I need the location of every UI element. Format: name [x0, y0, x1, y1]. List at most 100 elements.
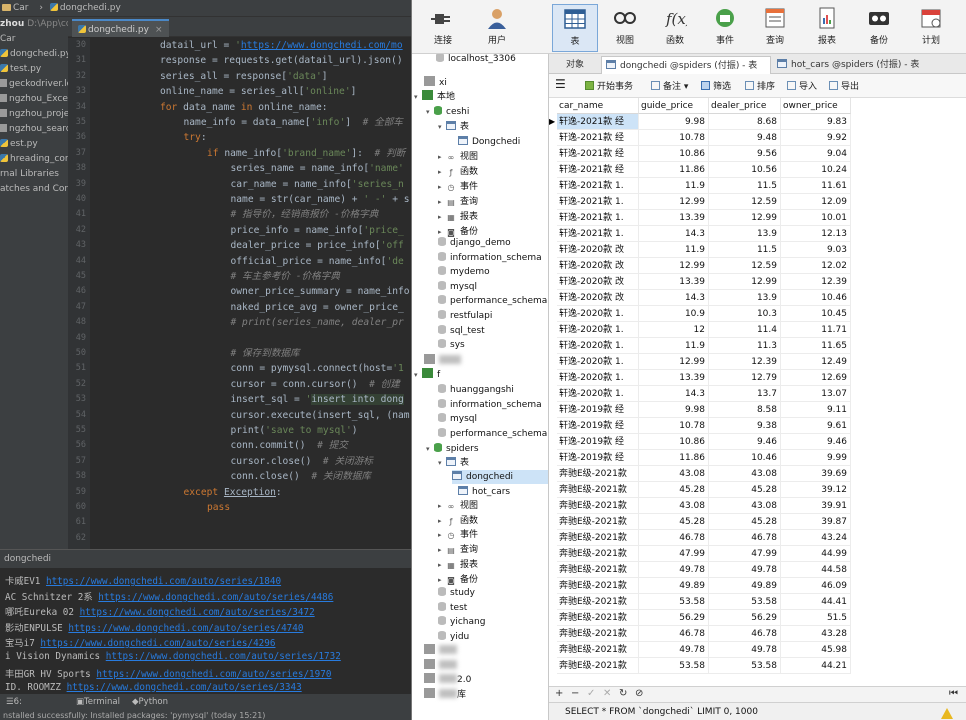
table-cell[interactable]: 39.69: [781, 466, 851, 482]
collapse-icon[interactable]: ▸: [438, 180, 446, 194]
table-row[interactable]: 轩逸-2020款 1. 14.3 13.7 13.07: [549, 386, 851, 402]
table-cell[interactable]: 49.89: [709, 578, 781, 594]
collapse-icon[interactable]: ▸: [438, 528, 446, 542]
code-line[interactable]: conn = pymysql.connect(host='1: [231, 361, 404, 376]
tree-db[interactable]: huanggangshi: [438, 383, 514, 397]
column-header-car-name[interactable]: car_name: [557, 98, 639, 114]
project-item[interactable]: atches and Consc: [0, 182, 68, 197]
table-row[interactable]: 轩逸-2021款 1. 12.99 12.59 12.09: [549, 194, 851, 210]
series-url-link[interactable]: https://www.dongchedi.com/auto/series/18…: [46, 576, 281, 587]
table-cell[interactable]: 56.29: [639, 610, 709, 626]
project-item[interactable]: est.py: [0, 137, 68, 152]
code-line[interactable]: for data_name in online_name:: [160, 100, 328, 115]
table-cell[interactable]: 10.24: [781, 162, 851, 178]
table-row[interactable]: 轩逸-2020款 1. 12 11.4 11.71: [549, 322, 851, 338]
code-line[interactable]: response = requests.get(datail_url).json…: [160, 53, 403, 68]
table-cell[interactable]: 11.5: [709, 178, 781, 194]
table-cell[interactable]: 9.92: [781, 130, 851, 146]
table-row[interactable]: 轩逸-2020款 改 12.99 12.59 12.02: [549, 258, 851, 274]
toolbar-schedule-button[interactable]: 计划: [908, 4, 954, 52]
table-cell[interactable]: 13.7: [709, 386, 781, 402]
table-cell[interactable]: 12.69: [781, 370, 851, 386]
sort-button[interactable]: 排序: [745, 80, 775, 94]
run-tab-title[interactable]: dongchedi: [0, 550, 411, 568]
tree-spiders-child[interactable]: ▸ ∞ 视图: [438, 499, 478, 513]
collapse-icon[interactable]: ▸: [438, 558, 446, 572]
table-row[interactable]: 奔驰E级-2021款 47.99 47.99 44.99: [549, 546, 851, 562]
code-line[interactable]: conn.commit() # 提交: [231, 438, 348, 453]
tree-db[interactable]: sys: [438, 338, 465, 352]
code-line[interactable]: # 保存到数据库: [231, 346, 300, 361]
project-item[interactable]: ngzhou_Excelpre: [0, 92, 68, 107]
table-cell[interactable]: 10.46: [781, 290, 851, 306]
column-header-dealer-price[interactable]: dealer_price: [709, 98, 781, 114]
table-cell[interactable]: 轩逸-2021款 经: [557, 162, 639, 178]
breadcrumb-file[interactable]: dongchedi.py: [49, 3, 125, 13]
table-row[interactable]: 奔驰E级-2021款 49.78 49.78 44.58: [549, 562, 851, 578]
table-cell[interactable]: 轩逸-2020款 1.: [557, 370, 639, 386]
table-cell[interactable]: 轩逸-2019款 经: [557, 450, 639, 466]
toolbar-event-button[interactable]: 事件: [702, 4, 748, 52]
table-cell[interactable]: 12.79: [709, 370, 781, 386]
table-cell[interactable]: 43.24: [781, 530, 851, 546]
table-cell[interactable]: 12.99: [639, 258, 709, 274]
warning-icon[interactable]: [941, 708, 953, 719]
toolbar-function-button[interactable]: f(x) 函数: [652, 4, 698, 52]
apply-icon[interactable]: ✓: [587, 688, 595, 699]
table-cell[interactable]: 奔驰E级-2021款: [557, 578, 639, 594]
table-row[interactable]: 轩逸-2021款 经 10.78 9.48 9.92: [549, 130, 851, 146]
project-item[interactable]: Car: [0, 32, 68, 47]
table-cell[interactable]: 13.9: [709, 226, 781, 242]
table-cell[interactable]: 12.39: [709, 354, 781, 370]
tree-conn-local[interactable]: ▾ 本地: [414, 90, 455, 104]
table-row[interactable]: 轩逸-2019款 经 11.86 10.46 9.99: [549, 450, 851, 466]
close-icon[interactable]: ×: [155, 25, 163, 35]
table-cell[interactable]: 奔驰E级-2021款: [557, 562, 639, 578]
tree-db[interactable]: mysql: [438, 412, 477, 426]
table-cell[interactable]: 13.39: [639, 370, 709, 386]
table-cell[interactable]: 轩逸-2019款 经: [557, 418, 639, 434]
table-cell[interactable]: 43.28: [781, 626, 851, 642]
tree-ceshi-child[interactable]: ▸ ƒ 函数: [438, 165, 478, 179]
table-cell[interactable]: 56.29: [709, 610, 781, 626]
collapse-icon[interactable]: ▸: [438, 499, 446, 513]
table-cell[interactable]: 11.4: [709, 322, 781, 338]
tree-db[interactable]: performance_schema: [438, 427, 547, 441]
table-row[interactable]: 奔驰E级-2021款 53.58 53.58 44.41: [549, 594, 851, 610]
code-line[interactable]: car_name = name_info['series_n: [231, 177, 404, 192]
table-row[interactable]: 奔驰E级-2021款 43.08 43.08 39.91: [549, 498, 851, 514]
table-cell[interactable]: 12.99: [709, 210, 781, 226]
table-cell[interactable]: 39.12: [781, 482, 851, 498]
toolbar-plug-button[interactable]: 连接: [420, 4, 466, 52]
code-line[interactable]: if name_info['brand_name']: # 判断: [207, 146, 405, 161]
expand-icon[interactable]: ▾: [414, 368, 422, 382]
tree-conn-bottom[interactable]: 2.0: [424, 673, 471, 687]
table-row[interactable]: 奔驰E级-2021款 49.89 49.89 46.09: [549, 578, 851, 594]
table-cell[interactable]: 轩逸-2020款 1.: [557, 306, 639, 322]
table-cell[interactable]: 奔驰E级-2021款: [557, 482, 639, 498]
table-row[interactable]: ▶ 轩逸-2021款 经 9.98 8.68 9.83: [549, 114, 851, 130]
table-cell[interactable]: 44.21: [781, 658, 851, 674]
tree-table-spiders-dongchedi[interactable]: dongchedi: [452, 470, 548, 484]
table-cell[interactable]: 46.78: [709, 626, 781, 642]
table-cell[interactable]: 49.78: [639, 562, 709, 578]
code-line[interactable]: cursor = conn.cursor() # 创建: [231, 377, 400, 392]
tree-ceshi-child[interactable]: ▸ ∞ 视图: [438, 150, 478, 164]
table-row[interactable]: 轩逸-2020款 1. 10.9 10.3 10.45: [549, 306, 851, 322]
table-row[interactable]: 奔驰E级-2021款 46.78 46.78 43.28: [549, 626, 851, 642]
project-item[interactable]: ngzhou_search.p: [0, 122, 68, 137]
table-cell[interactable]: 11.9: [639, 242, 709, 258]
table-row[interactable]: 轩逸-2020款 1. 13.39 12.79 12.69: [549, 370, 851, 386]
table-cell[interactable]: 14.3: [639, 290, 709, 306]
table-cell[interactable]: 11.9: [639, 178, 709, 194]
table-cell[interactable]: 11.65: [781, 338, 851, 354]
tree-db[interactable]: mydemo: [438, 265, 490, 279]
table-cell[interactable]: 奔驰E级-2021款: [557, 530, 639, 546]
tree-db[interactable]: mysql: [438, 280, 477, 294]
tab-objects[interactable]: 对象: [553, 56, 597, 74]
table-cell[interactable]: 轩逸-2020款 改: [557, 258, 639, 274]
table-row[interactable]: 轩逸-2019款 经 10.86 9.46 9.46: [549, 434, 851, 450]
toolbar-table-button[interactable]: 表: [552, 4, 598, 52]
table-cell[interactable]: 9.04: [781, 146, 851, 162]
table-cell[interactable]: 轩逸-2020款 改: [557, 290, 639, 306]
